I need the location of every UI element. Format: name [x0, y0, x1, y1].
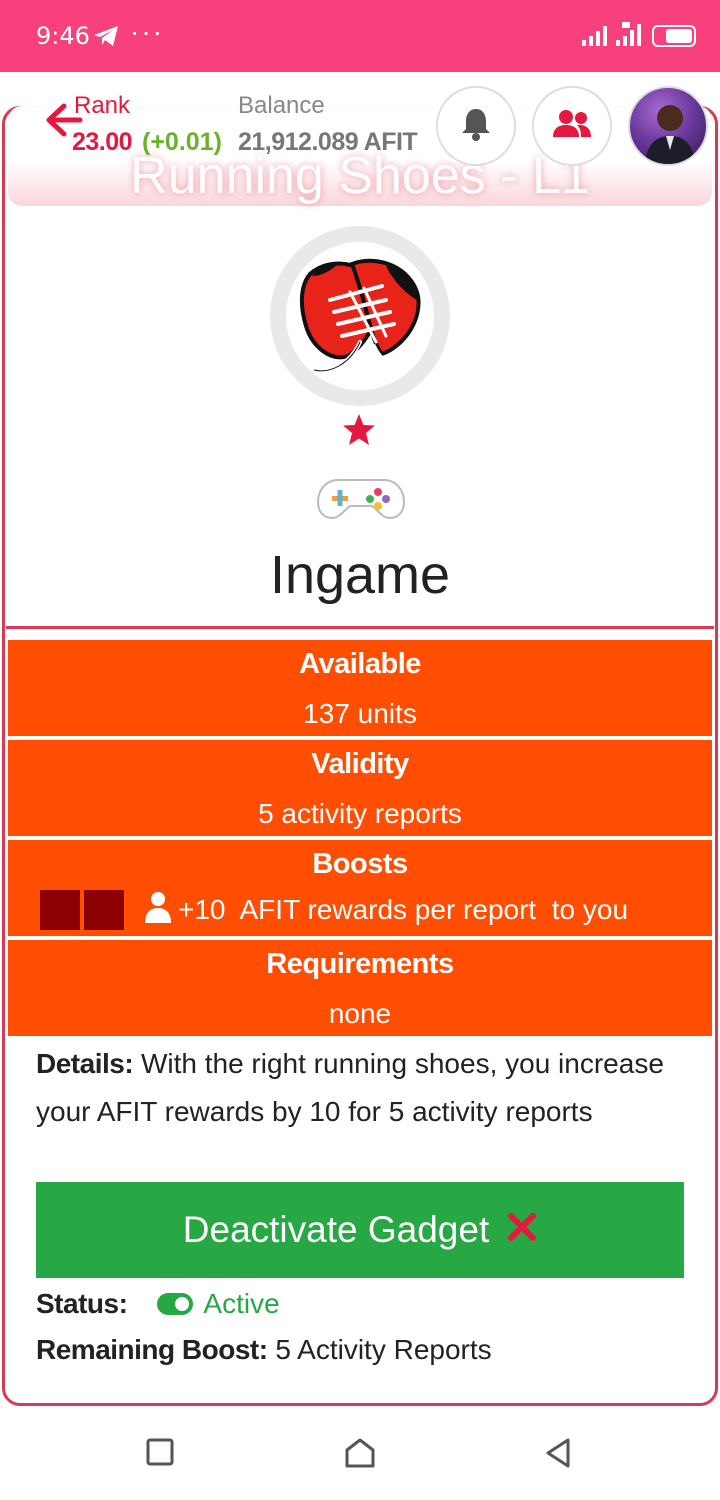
deactivate-label: Deactivate Gadget — [182, 1209, 490, 1250]
system-nav-bar — [0, 1408, 720, 1500]
available-block: Available 137 units — [8, 640, 712, 736]
users-icon — [551, 109, 593, 144]
validity-value: 5 activity reports — [258, 798, 462, 829]
requirements-value: none — [328, 998, 392, 1029]
details-label: Details: — [36, 1048, 134, 1079]
overflow-dots: ··· — [130, 16, 164, 47]
friends-button[interactable] — [532, 86, 612, 166]
gadget-image — [270, 226, 450, 406]
boosts-block: Boosts +10 AFIT rewards per report to yo… — [8, 840, 712, 936]
requirements-title: Requirements — [266, 948, 454, 980]
battery-icon — [652, 25, 696, 47]
status-value: Active — [203, 1288, 280, 1319]
recent-apps-icon[interactable] — [146, 1438, 174, 1471]
gadget-details: Details: With the right running shoes, y… — [36, 1040, 696, 1136]
rank-label: Rank — [74, 92, 131, 119]
balance-value: 21,912.089 AFIT — [238, 128, 418, 156]
star-icon — [340, 412, 378, 453]
home-icon[interactable] — [344, 1438, 376, 1473]
boosts-title: Boosts — [312, 848, 408, 880]
remaining-boost-row: Remaining Boost: 5 Activity Reports — [36, 1330, 492, 1370]
requirements-block: Requirements none — [8, 940, 712, 1036]
boost-level-square — [84, 890, 124, 930]
rank-delta: (+0.01) — [142, 128, 222, 156]
back-icon[interactable] — [544, 1438, 572, 1473]
signal-icon — [582, 24, 610, 51]
balance-label: Balance — [238, 92, 325, 119]
gamepad-icon — [316, 476, 406, 525]
rank-value: 23.00 — [72, 128, 133, 156]
telegram-icon — [92, 24, 120, 53]
boost-row: +10 AFIT rewards per report to you — [40, 890, 628, 930]
gadget-category: Ingame — [269, 545, 451, 605]
running-shoes-icon — [299, 258, 421, 373]
avatar[interactable] — [628, 86, 708, 166]
status-time: 9:46 — [36, 22, 90, 50]
status-row: Status: Active — [36, 1284, 280, 1324]
bell-icon — [460, 107, 492, 146]
section-divider — [6, 626, 714, 629]
notifications-button[interactable] — [436, 86, 516, 166]
deactivate-gadget-button[interactable]: Deactivate Gadget — [36, 1182, 684, 1278]
validity-title: Validity — [311, 748, 409, 780]
signal-icon — [616, 20, 644, 51]
close-icon — [507, 1209, 537, 1251]
user-icon — [144, 891, 172, 930]
remaining-label: Remaining Boost: — [36, 1334, 268, 1365]
app-header: Running Shoes - L1 Rank 23.00 (+0.01) Ba… — [0, 72, 720, 206]
validity-block: Validity 5 activity reports — [8, 740, 712, 836]
available-value: 137 units — [303, 698, 417, 729]
toggle-on-icon — [157, 1293, 194, 1315]
status-label: Status: — [36, 1288, 128, 1319]
status-bar: 9:46 ··· — [0, 0, 720, 72]
remaining-value: 5 Activity Reports — [275, 1334, 492, 1365]
boost-text: +10 AFIT rewards per report to you — [178, 894, 629, 925]
boost-level-square — [40, 890, 80, 930]
available-title: Available — [299, 648, 421, 680]
